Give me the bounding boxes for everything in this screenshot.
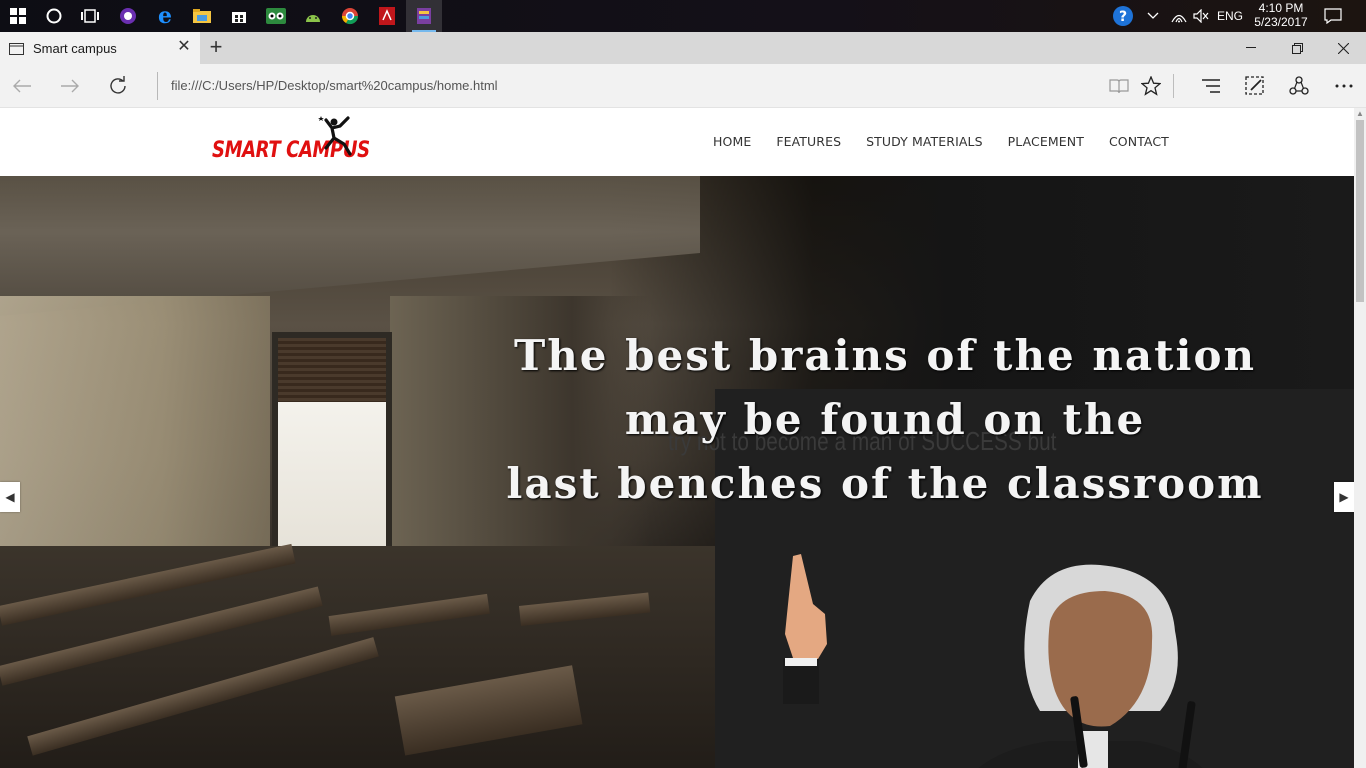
clock-date: 5/23/2017 [1254, 15, 1308, 29]
edge-icon[interactable]: e [147, 0, 183, 32]
tripadvisor-icon[interactable] [258, 0, 294, 32]
page-scrollbar[interactable]: ▲ [1354, 108, 1366, 768]
winrar-icon[interactable] [406, 0, 442, 32]
window-glass [278, 402, 386, 550]
nav-features[interactable]: FEATURES [776, 134, 841, 149]
nav-contact[interactable]: CONTACT [1109, 134, 1169, 149]
main-nav: HOME FEATURES STUDY MATERIALS PLACEMENT … [713, 134, 1194, 149]
favorite-star-icon[interactable] [1135, 70, 1167, 102]
svg-text:?: ? [1119, 9, 1127, 25]
minimize-icon[interactable] [1228, 32, 1274, 64]
wifi-icon[interactable] [1168, 0, 1190, 32]
clock[interactable]: 4:10 PM 5/23/2017 [1246, 1, 1316, 29]
quote-line-3: last benches of the classroom [506, 459, 1264, 508]
tab-page-icon [9, 42, 24, 60]
share-icon[interactable] [1283, 70, 1315, 102]
back-icon[interactable] [6, 70, 38, 102]
hero-quote: The best brains of the nation may be fou… [470, 324, 1300, 516]
refresh-icon[interactable] [102, 70, 134, 102]
site-header: SMART CAMPUS HOME FEATURES STUDY MATERIA… [0, 108, 1354, 176]
hub-icon[interactable] [1195, 70, 1227, 102]
window-blind [278, 338, 386, 402]
forward-icon[interactable] [54, 70, 86, 102]
chevron-left-icon: ◀ [5, 490, 15, 504]
close-window-icon[interactable] [1320, 32, 1366, 64]
language-indicator[interactable]: ENG [1212, 0, 1248, 32]
mute-icon[interactable] [1190, 0, 1212, 32]
cortana-icon[interactable] [36, 0, 72, 32]
chevron-up-icon[interactable] [1142, 0, 1164, 32]
quote-line-2: may be found on the [624, 395, 1146, 444]
scroll-thumb[interactable] [1356, 120, 1364, 302]
quote-line-1: The best brains of the nation [514, 331, 1256, 380]
new-tab-icon[interactable]: + [204, 36, 228, 60]
acrobat-icon[interactable] [369, 0, 405, 32]
site-logo[interactable]: SMART CAMPUS [210, 112, 370, 172]
chevron-right-icon: ▶ [1339, 490, 1349, 504]
classroom-wall-left [0, 296, 270, 556]
hero-slider: try not to become a man of SUCCESS but T… [0, 176, 1354, 768]
help-icon[interactable]: ? [1110, 0, 1136, 32]
web-page: SMART CAMPUS HOME FEATURES STUDY MATERIA… [0, 108, 1354, 768]
action-center-icon[interactable] [1320, 0, 1346, 32]
raised-hand-figure [783, 554, 827, 704]
tab-close-icon[interactable]: ✕ [176, 39, 192, 55]
nav-study-materials[interactable]: STUDY MATERIALS [866, 134, 983, 149]
tab-title: Smart campus [33, 41, 117, 56]
browser-toolbar: file:///C:/Users/HP/Desktop/smart%20camp… [0, 64, 1366, 108]
more-icon[interactable] [1328, 70, 1360, 102]
task-view-icon[interactable] [72, 0, 108, 32]
slider-next-button[interactable]: ▶ [1334, 482, 1354, 512]
app-purple-icon[interactable] [110, 0, 146, 32]
logo-figure-icon [318, 116, 352, 156]
android-studio-icon[interactable] [295, 0, 331, 32]
slider-prev-button[interactable]: ◀ [0, 482, 20, 512]
file-explorer-icon[interactable] [184, 0, 220, 32]
speaker-portrait [978, 564, 1203, 768]
start-icon[interactable] [0, 0, 36, 32]
clock-time: 4:10 PM [1258, 1, 1304, 15]
store-icon[interactable] [221, 0, 257, 32]
nav-placement[interactable]: PLACEMENT [1008, 134, 1084, 149]
restore-icon[interactable] [1274, 32, 1320, 64]
toolbar-divider [1173, 74, 1174, 98]
nav-home[interactable]: HOME [713, 134, 751, 149]
web-note-icon[interactable] [1239, 70, 1271, 102]
address-bar[interactable]: file:///C:/Users/HP/Desktop/smart%20camp… [157, 72, 1087, 100]
reading-view-icon[interactable] [1103, 70, 1135, 102]
browser-tab-strip: Smart campus ✕ + [0, 32, 1366, 64]
scroll-up-icon[interactable]: ▲ [1354, 108, 1366, 120]
windows-taskbar: e ? ENG 4:10 PM 5/23/2017 [0, 0, 1366, 32]
chrome-icon[interactable] [332, 0, 368, 32]
browser-tab[interactable]: Smart campus ✕ [0, 32, 200, 64]
